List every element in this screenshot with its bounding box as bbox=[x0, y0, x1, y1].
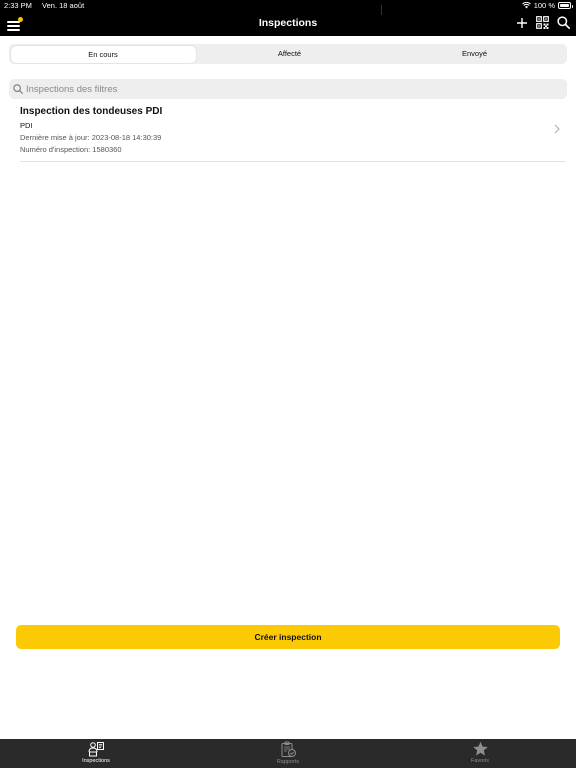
nav-actions bbox=[516, 16, 570, 29]
battery-fill bbox=[560, 4, 569, 7]
tab-bar: Inspections Rapports Favoris bbox=[0, 739, 576, 768]
inspection-title: Inspection des tondeuses PDI bbox=[20, 106, 163, 117]
status-date: Ven. 18 août bbox=[42, 1, 85, 10]
inspection-number: Numéro d'inspection: 1580360 bbox=[20, 145, 122, 154]
star-icon bbox=[472, 741, 488, 756]
tab-label-favoris: Favoris bbox=[470, 758, 490, 764]
segment-en-cours[interactable]: En cours bbox=[10, 45, 196, 63]
status-right: 100 % bbox=[521, 0, 573, 11]
qr-code-icon[interactable] bbox=[536, 16, 549, 29]
status-time: 2:33 PM bbox=[4, 1, 32, 10]
search-bar bbox=[9, 79, 567, 99]
status-segmented-control: En cours Affecté Envoyé bbox=[9, 44, 567, 64]
chevron-right-icon bbox=[554, 124, 560, 134]
status-bar: 2:33 PM Ven. 18 août 100 % bbox=[0, 0, 576, 11]
inspection-type: PDI bbox=[20, 121, 33, 130]
battery-icon bbox=[558, 2, 573, 9]
inspection-list-item[interactable]: Inspection des tondeuses PDI PDI Dernièr… bbox=[20, 104, 566, 162]
plus-icon[interactable] bbox=[516, 17, 528, 29]
inspection-updated: Dernière mise à jour: 2023-08-18 14:30:3… bbox=[20, 133, 162, 142]
wifi-icon bbox=[521, 2, 531, 9]
tab-label-rapports: Rapports bbox=[276, 759, 300, 765]
search-input[interactable] bbox=[26, 83, 546, 95]
tab-inspections[interactable]: Inspections bbox=[0, 739, 192, 768]
segment-envoye[interactable]: Envoyé bbox=[382, 44, 567, 64]
create-inspection-button[interactable]: Créer inspection bbox=[16, 625, 560, 649]
page-title: Inspections bbox=[258, 17, 318, 29]
inspections-icon bbox=[88, 742, 104, 757]
status-left: 2:33 PM Ven. 18 août bbox=[4, 0, 92, 11]
tab-rapports[interactable]: Rapports bbox=[192, 739, 384, 768]
tab-favoris[interactable]: Favoris bbox=[384, 739, 576, 768]
segment-divider bbox=[381, 5, 382, 15]
reports-icon bbox=[281, 741, 296, 757]
search-icon[interactable] bbox=[557, 16, 570, 29]
battery-percent: 100 % bbox=[533, 1, 555, 10]
tab-label-inspections: Inspections bbox=[82, 758, 110, 764]
search-field-icon bbox=[13, 84, 23, 94]
nav-bar: Inspections bbox=[0, 11, 576, 36]
segment-affecte[interactable]: Affecté bbox=[197, 44, 382, 64]
